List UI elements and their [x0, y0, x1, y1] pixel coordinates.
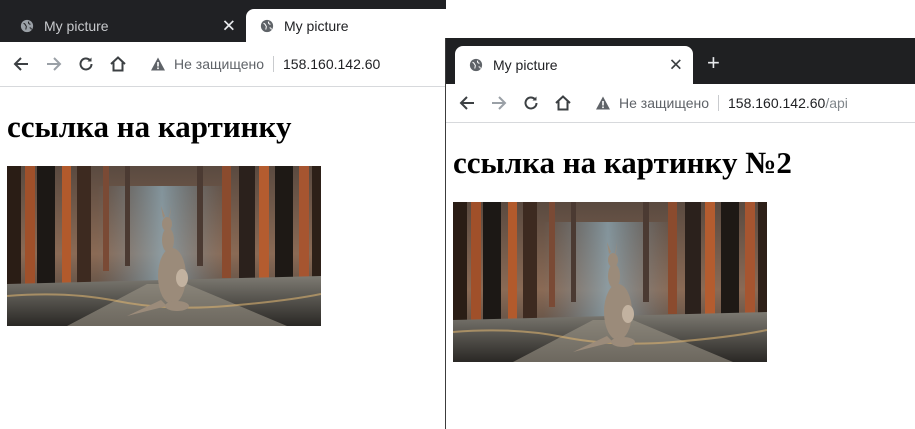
address-bar[interactable]: Не защищено 158.160.142.60 /api	[595, 95, 848, 111]
forward-arrow-icon[interactable]	[44, 54, 64, 74]
url-host: 158.160.142.60	[283, 56, 381, 72]
browser-window-2: My picture ✕ + Не защищено 158.160.142.6…	[445, 38, 915, 429]
plus-icon[interactable]: +	[707, 52, 720, 74]
tab-my-picture-2[interactable]: My picture ✕	[246, 9, 446, 42]
url-path: /api	[825, 95, 848, 111]
tab-title: My picture	[284, 17, 349, 34]
page-content: ссылка на картинку	[0, 87, 446, 429]
close-icon[interactable]: ✕	[222, 17, 236, 34]
globe-icon	[20, 19, 34, 32]
tab-title: My picture	[493, 57, 558, 73]
tab-strip: My picture ✕ My picture ✕ +	[0, 0, 446, 42]
globe-icon	[469, 58, 483, 72]
security-label: Не защищено	[174, 56, 264, 72]
toolbar: Не защищено 158.160.142.60 /api	[446, 84, 915, 123]
divider	[718, 95, 719, 111]
kangaroo-picture	[7, 166, 321, 326]
security-label: Не защищено	[619, 95, 709, 111]
warning-icon	[596, 96, 610, 110]
page-content: ссылка на картинку №2	[446, 123, 915, 429]
close-icon[interactable]: ✕	[669, 57, 683, 74]
toolbar: Не защищено 158.160.142.60	[0, 42, 446, 87]
forward-arrow-icon[interactable]	[489, 93, 509, 113]
home-icon[interactable]	[108, 54, 128, 74]
reload-icon[interactable]	[521, 93, 541, 113]
globe-icon	[260, 19, 274, 32]
tab-my-picture[interactable]: My picture ✕	[455, 46, 693, 84]
reload-icon[interactable]	[76, 54, 96, 74]
tab-strip: My picture ✕ +	[446, 38, 915, 84]
tab-my-picture-1[interactable]: My picture ✕	[6, 9, 246, 42]
tab-title: My picture	[44, 17, 109, 34]
kangaroo-picture	[453, 202, 767, 362]
divider	[273, 56, 274, 72]
home-icon[interactable]	[553, 93, 573, 113]
address-bar[interactable]: Не защищено 158.160.142.60	[150, 56, 380, 72]
warning-icon	[151, 57, 165, 71]
url-host: 158.160.142.60	[728, 95, 826, 111]
back-arrow-icon[interactable]	[457, 93, 477, 113]
page-title: ссылка на картинку №2	[453, 145, 792, 180]
browser-window-1: My picture ✕ My picture ✕ + Не защищено …	[0, 0, 446, 429]
page-title: ссылка на картинку	[7, 109, 292, 144]
back-arrow-icon[interactable]	[11, 54, 31, 74]
